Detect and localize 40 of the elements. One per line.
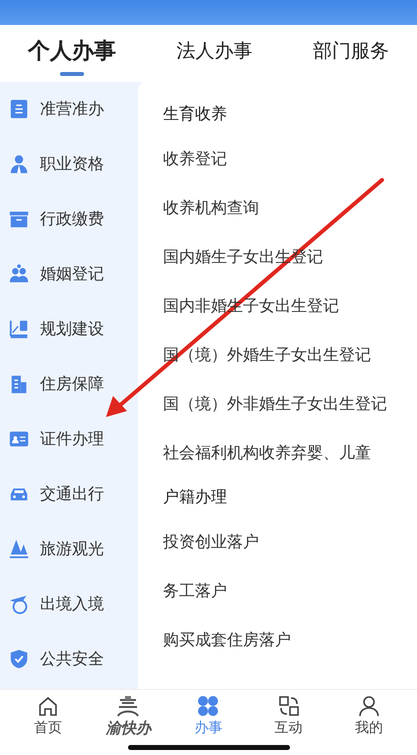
sidebar-item[interactable]: 规划建设: [0, 302, 138, 357]
nav-tab[interactable]: 办事: [173, 694, 244, 738]
sidebar-item[interactable]: 婚姻登记: [0, 246, 138, 302]
person-icon: [8, 153, 30, 176]
service-item[interactable]: 社会福利机构收养弃婴、儿童: [163, 428, 371, 478]
tab[interactable]: 部门服务: [307, 36, 395, 70]
service-item[interactable]: 国（境）外婚生子女出生登记: [163, 330, 371, 380]
sidebar-item[interactable]: 准营准办: [0, 82, 138, 137]
shield-icon: [8, 648, 30, 670]
section-title: 户籍办理: [163, 487, 227, 508]
chart-icon: [8, 318, 30, 340]
service-item[interactable]: 投资创业落户: [163, 518, 259, 567]
section-title: 生育收养: [163, 104, 227, 126]
service-item[interactable]: 国（境）外非婚生子女出生登记: [163, 380, 387, 429]
logo-button[interactable]: 渝快办: [93, 694, 164, 738]
swap-icon: [276, 694, 301, 718]
sidebar-item[interactable]: 住房保障: [0, 356, 138, 412]
person-icon: [356, 694, 381, 718]
gate-icon: [116, 694, 140, 718]
service-item[interactable]: 收养登记: [163, 134, 227, 184]
service-item[interactable]: 收养机构查询: [163, 184, 259, 233]
couple-icon: [8, 263, 30, 286]
tree-icon: [8, 538, 30, 560]
sidebar-item[interactable]: 行政缴费: [0, 192, 138, 247]
service-item[interactable]: 国内婚生子女出生登记: [163, 232, 323, 282]
grid-icon: [196, 694, 220, 718]
service-item[interactable]: 务工落户: [163, 566, 227, 616]
tab[interactable]: 个人办事: [22, 34, 122, 72]
sidebar-item[interactable]: 职业资格: [0, 136, 138, 192]
document-icon: [8, 98, 30, 120]
nav-tab[interactable]: 首页: [13, 694, 84, 738]
sidebar-item[interactable]: 公共安全: [0, 632, 138, 687]
tab-indicator: [60, 72, 84, 76]
service-item[interactable]: 购买成套住房落户: [163, 616, 291, 665]
sidebar-item[interactable]: 旅游观光: [0, 522, 138, 577]
nav-tab[interactable]: 互动: [254, 694, 324, 738]
sidebar-item[interactable]: 交通出行: [0, 466, 138, 522]
sidebar-item[interactable]: 出境入境: [0, 576, 138, 632]
nav-tab[interactable]: 我的: [334, 694, 404, 738]
tab[interactable]: 法人办事: [170, 36, 258, 70]
